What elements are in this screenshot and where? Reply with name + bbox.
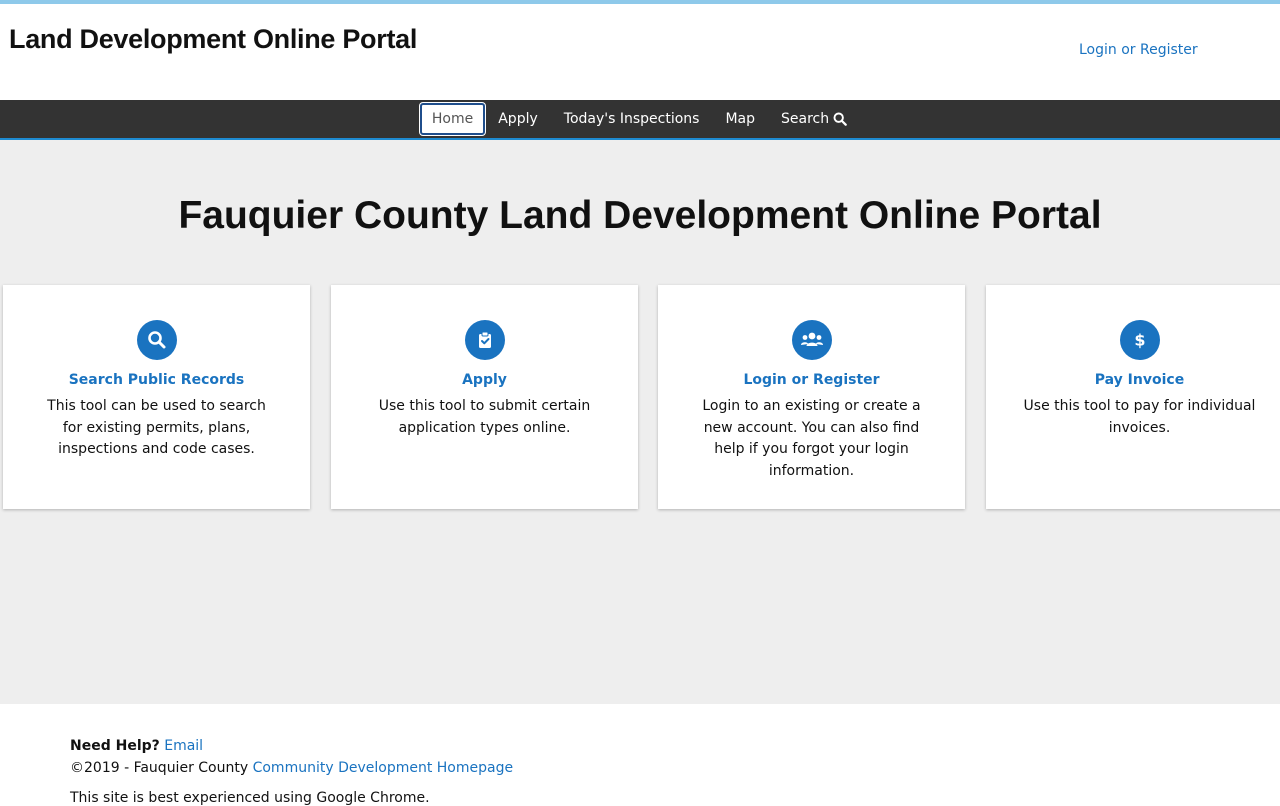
- search-icon: [136, 320, 177, 360]
- site-header: Land Development Online Portal Login or …: [0, 4, 1280, 100]
- hero-title: Fauquier County Land Development Online …: [178, 194, 1102, 237]
- nav-item-label: Apply: [498, 111, 538, 127]
- card-title-link[interactable]: Search Public Records: [3, 372, 310, 388]
- need-help-label: Need Help?: [70, 738, 160, 754]
- clipboard-check-icon: [464, 320, 505, 360]
- header-login-link[interactable]: Login or Register: [1079, 42, 1198, 58]
- copyright-text: ©2019 - Fauquier County: [70, 760, 249, 776]
- card-description: Use this tool to submit certain applicat…: [378, 398, 591, 436]
- nav-item-search[interactable]: Search: [768, 103, 860, 135]
- site-footer: Need Help? Email ©2019 - Fauquier County…: [0, 704, 1280, 806]
- browser-note: This site is best experienced using Goog…: [70, 790, 430, 806]
- nav-item-todays-inspections[interactable]: Today's Inspections: [551, 103, 713, 135]
- email-link[interactable]: Email: [164, 738, 203, 754]
- card-description: Use this tool to pay for individual invo…: [1023, 398, 1256, 436]
- search-icon: [833, 112, 847, 126]
- card-description: Login to an existing or create a new acc…: [702, 398, 921, 479]
- card-title-link[interactable]: Pay Invoice: [986, 372, 1280, 388]
- card-title-link[interactable]: Apply: [331, 372, 638, 388]
- card-login-or-register[interactable]: Login or Register Login to an existing o…: [658, 285, 965, 509]
- main-content: Fauquier County Land Development Online …: [0, 140, 1280, 704]
- card-pay-invoice[interactable]: $ Pay Invoice Use this tool to pay for i…: [986, 285, 1280, 509]
- nav-item-home[interactable]: Home: [419, 103, 486, 135]
- copyright-line: ©2019 - Fauquier County Community Develo…: [70, 760, 513, 776]
- svg-text:$: $: [1134, 331, 1145, 350]
- nav-item-map[interactable]: Map: [712, 103, 768, 135]
- nav-item-label: Today's Inspections: [563, 111, 700, 127]
- community-development-homepage-link[interactable]: Community Development Homepage: [253, 760, 513, 776]
- help-line: Need Help? Email: [70, 738, 203, 754]
- card-apply[interactable]: Apply Use this tool to submit certain ap…: [331, 285, 638, 509]
- site-title: Land Development Online Portal: [9, 24, 418, 54]
- nav-item-label: Home: [431, 111, 474, 127]
- nav-item-label: Map: [725, 111, 755, 127]
- main-navbar: Home Apply Today's Inspections Map Searc…: [0, 100, 1280, 140]
- dollar-icon: $: [1119, 320, 1160, 360]
- users-icon: [791, 320, 832, 360]
- nav-item-label: Search: [781, 111, 830, 127]
- card-description: This tool can be used to search for exis…: [47, 398, 266, 457]
- card-search-public-records[interactable]: Search Public Records This tool can be u…: [3, 285, 310, 509]
- nav-item-apply[interactable]: Apply: [485, 103, 551, 135]
- card-title-link[interactable]: Login or Register: [658, 372, 965, 388]
